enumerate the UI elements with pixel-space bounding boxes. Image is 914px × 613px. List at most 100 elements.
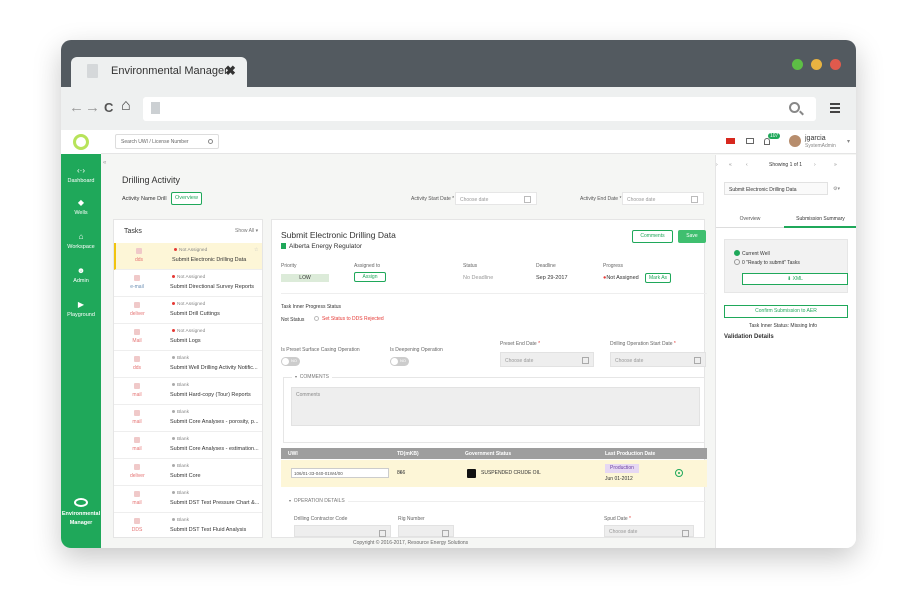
browser-window: Environmental Manager ✖ ← → C ⌂ ‹·› Dashb… <box>61 40 856 548</box>
progress-value: ●Not Assigned <box>603 275 639 281</box>
preset-end-label: Preset End Date * <box>500 341 541 347</box>
priority-label: Priority <box>281 263 297 269</box>
task-detail-panel: Submit Electronic Drilling Data Alberta … <box>271 219 707 538</box>
task-item[interactable]: DDS Blank Submit DST Test Fluid Analysis <box>114 513 262 540</box>
star-icon[interactable]: ☆ <box>254 247 258 253</box>
last-page-icon[interactable]: » <box>834 162 837 168</box>
comments-textarea[interactable]: Comments <box>291 387 700 426</box>
operation-section-title[interactable]: ▾ OPERATION DETAILS <box>286 498 348 504</box>
app-area: ‹·› Dashboard ◆ Wells ⌂ Workspace ☻ Admin ▶ P… <box>61 130 856 548</box>
xml-button[interactable]: ⬇ XML <box>742 273 848 285</box>
home-icon[interactable]: ⌂ <box>121 97 131 115</box>
chevron-right-icon[interactable]: › <box>716 162 718 168</box>
activity-start-date-input[interactable]: Choose date <box>455 192 537 205</box>
tab-overview[interactable]: Overview <box>716 211 784 228</box>
settings-dropdown-icon[interactable]: ⚙▾ <box>833 186 840 192</box>
task-select[interactable]: Submit Electronic Drilling Data <box>724 182 828 195</box>
deepening-toggle[interactable]: NO <box>390 357 409 366</box>
reload-icon[interactable]: C <box>104 100 113 115</box>
mail-icon: Mail <box>130 329 144 344</box>
activity-start-label: Activity Start Date * <box>411 196 455 202</box>
task-item[interactable]: mail Blank Submit DST Test Pressure Chart … <box>114 486 262 513</box>
avatar[interactable] <box>789 135 801 147</box>
search-icon[interactable] <box>789 102 800 113</box>
preset-end-date-input[interactable]: Choose date <box>500 352 594 367</box>
save-button[interactable]: Save <box>678 230 706 243</box>
spud-label: Spud Date * <box>604 516 631 522</box>
task-item[interactable]: dds Not Assigned Submit Electronic Drillin… <box>114 243 262 270</box>
comments-button[interactable]: Comments <box>632 230 673 243</box>
row-select-radio[interactable] <box>675 469 683 477</box>
rig-input[interactable] <box>398 525 454 537</box>
spud-date-input[interactable]: Choose date <box>604 525 694 537</box>
task-item[interactable]: dds Blank Submit Well Drilling Activity No… <box>114 351 262 378</box>
preset-casing-toggle[interactable]: NO <box>281 357 300 366</box>
forward-icon[interactable]: → <box>85 99 100 116</box>
ready-tasks-radio[interactable]: 0 "Ready to submit" Tasks <box>734 259 800 266</box>
main-content: Drilling Activity Activity Name Drill Ov… <box>103 155 713 548</box>
status-label: Status <box>463 263 478 269</box>
bell-icon[interactable] <box>764 138 770 145</box>
app-logo-icon[interactable] <box>73 134 89 150</box>
progress-label: Progress <box>603 263 624 269</box>
user-name[interactable]: jgarcia <box>805 135 826 142</box>
address-bar[interactable] <box>143 97 816 121</box>
task-item[interactable]: deliver Not Assigned Submit Drill Cuttings <box>114 297 262 324</box>
show-all-dropdown[interactable]: Show All ▾ <box>235 228 258 234</box>
minimize-dot[interactable] <box>792 59 803 70</box>
task-item[interactable]: mail Blank Submit Hard-copy (Tour) Reports <box>114 378 262 405</box>
regulator-label: Alberta Energy Regulator <box>281 243 362 250</box>
mark-as-button[interactable]: Mark As <box>645 273 671 283</box>
drilling-start-date-input[interactable]: Choose date <box>610 352 706 367</box>
search-input[interactable]: Search UWI / License Number <box>115 134 219 149</box>
close-dot[interactable] <box>830 59 841 70</box>
set-status-option[interactable]: Set Status to DDS Rejected <box>314 316 384 322</box>
prod-date-value: Jun 01-2012 <box>605 476 633 482</box>
next-page-icon[interactable]: › <box>814 162 816 168</box>
admin-icon: ☻ <box>76 266 86 275</box>
tasks-panel: Tasks Show All ▾ dds Not Assigned Submit E… <box>113 219 263 538</box>
mail-icon[interactable] <box>746 138 754 144</box>
deadline-value: Sep 29-2017 <box>536 275 568 281</box>
uwi-select[interactable]: 106/01-33-040-01W4/00 <box>291 468 402 478</box>
gov-status-value: SUSPENDED CRUDE OIL <box>481 470 541 476</box>
close-tab-icon[interactable]: ✖ <box>225 63 236 79</box>
task-item[interactable]: deliver Blank Submit Core <box>114 459 262 486</box>
overview-button[interactable]: Overview <box>171 192 202 205</box>
status-value: No Deadline <box>463 275 494 281</box>
activity-end-date-input[interactable]: Choose date <box>622 192 704 205</box>
table-row[interactable]: 106/01-33-040-01W4/00 866 SUSPENDED CRUD… <box>281 460 707 487</box>
notification-badge: 107 <box>768 133 781 139</box>
dds-icon: dds <box>130 356 144 371</box>
sidebar-item-dashboard[interactable]: ‹·› Dashboard <box>61 166 101 184</box>
sidebar-item-workspace[interactable]: ⌂ Workspace <box>61 232 101 250</box>
menu-icon[interactable] <box>830 103 840 115</box>
canada-flag-icon[interactable] <box>726 138 735 144</box>
confirm-submission-button[interactable]: Confirm Submission to AER <box>724 305 848 318</box>
first-page-icon[interactable]: « <box>729 162 732 168</box>
chevron-down-icon[interactable]: ▾ <box>847 138 850 145</box>
comments-section-title[interactable]: ▾ COMMENTS <box>292 374 332 380</box>
contractor-input[interactable] <box>294 525 391 537</box>
assign-button[interactable]: Assign <box>354 272 386 282</box>
dds-icon: dds <box>132 248 146 263</box>
task-item[interactable]: mail Blank Submit Core Analyses - porosity… <box>114 405 262 432</box>
search-icon[interactable] <box>208 139 213 144</box>
user-role: SystemAdmin <box>805 143 836 149</box>
sidebar-item-admin[interactable]: ☻ Admin <box>61 266 101 284</box>
sidebar-item-playground[interactable]: ▶ Playground <box>61 300 101 318</box>
wells-table-header: UWI TD(mKB) Government Status Last Produ… <box>281 448 707 459</box>
sidebar-item-wells[interactable]: ◆ Wells <box>61 198 101 216</box>
task-item[interactable]: e-mail Not Assigned Submit Directional Sur… <box>114 270 262 297</box>
maximize-dot[interactable] <box>811 59 822 70</box>
current-well-radio[interactable]: Current Well <box>734 250 770 257</box>
task-item[interactable]: Mail Not Assigned Submit Logs <box>114 324 262 351</box>
pagination-label: Showing 1 of 1 <box>769 162 803 168</box>
prev-page-icon[interactable]: ‹ <box>746 162 748 168</box>
task-item[interactable]: mail Blank Submit Core Analyses - estimati… <box>114 432 262 459</box>
oil-status-icon <box>467 469 476 478</box>
back-icon[interactable]: ← <box>69 99 84 116</box>
playground-icon: ▶ <box>77 300 85 309</box>
browser-tab[interactable]: Environmental Manager ✖ <box>71 57 247 87</box>
tab-submission-summary[interactable]: Submission Summary <box>784 211 856 228</box>
